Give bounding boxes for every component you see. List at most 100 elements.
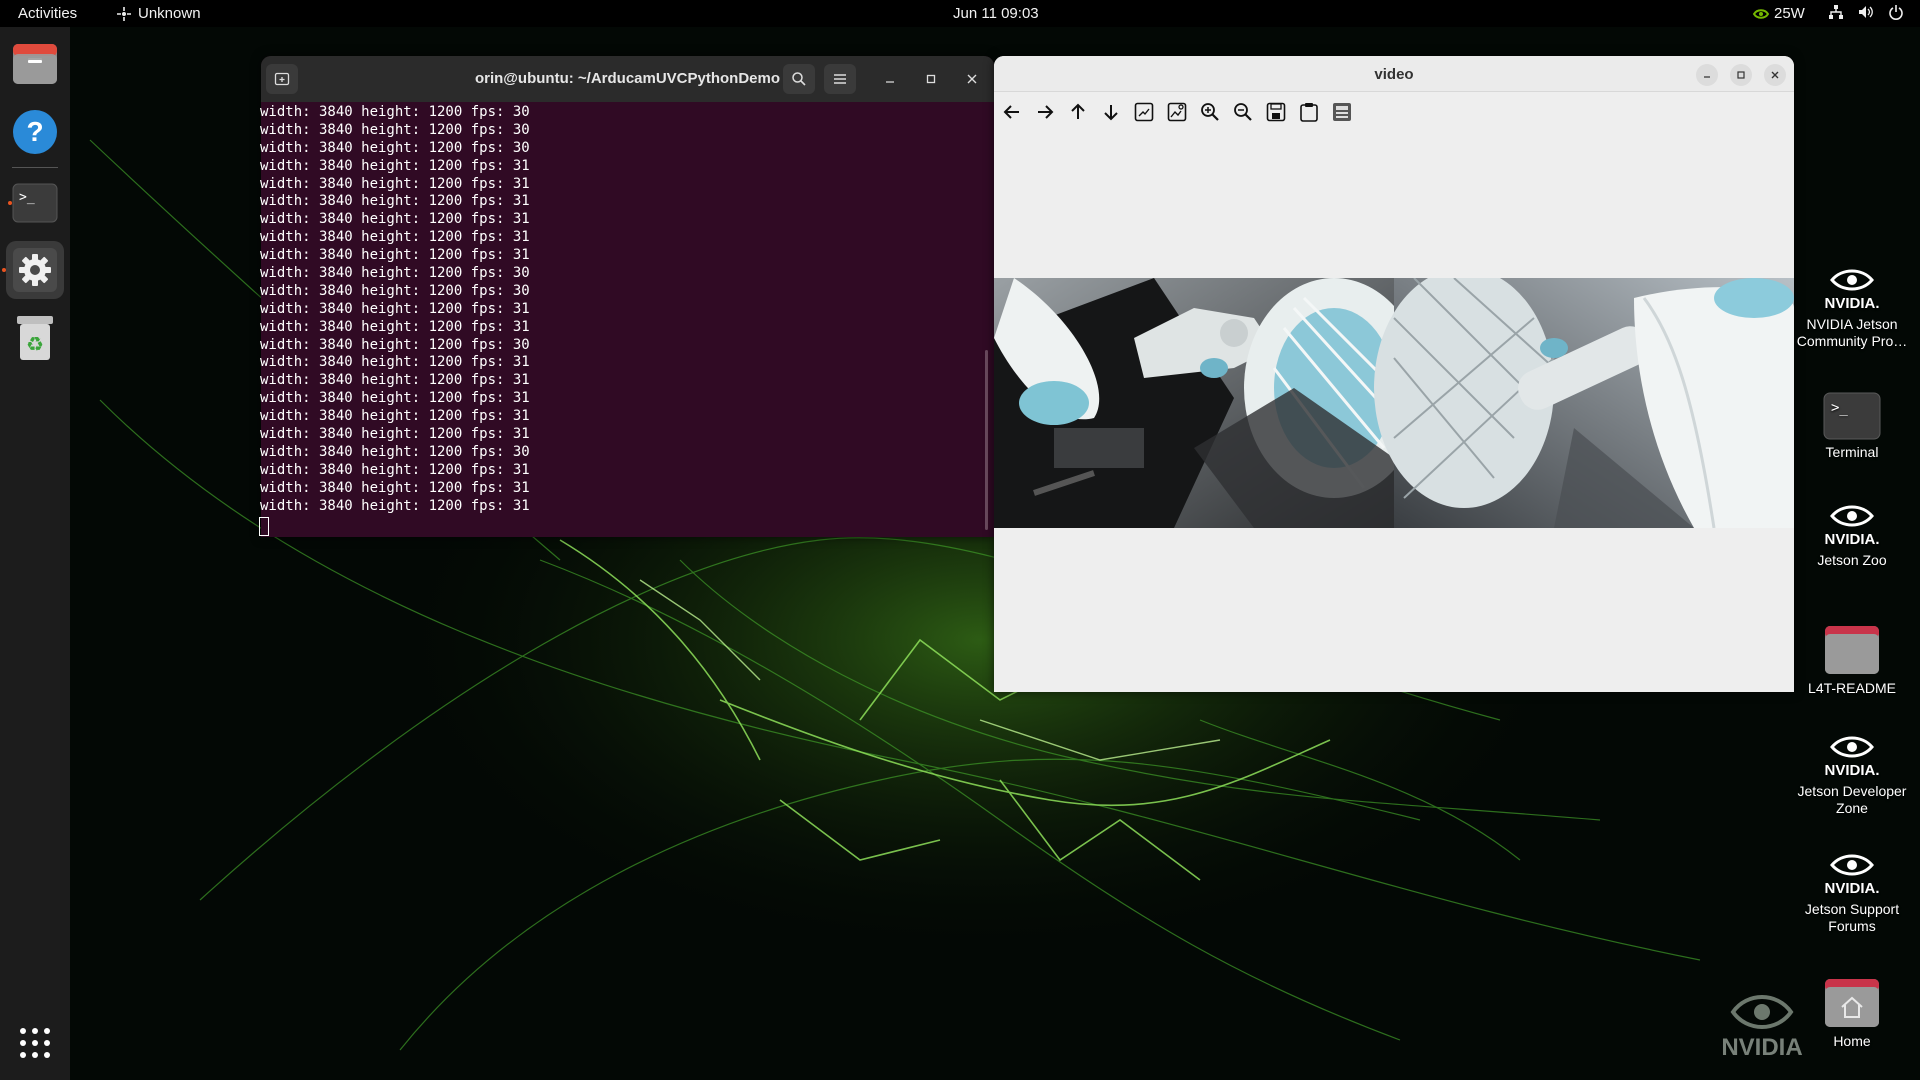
terminal-line: width: 3840 height: 1200 fps: 31 — [260, 372, 530, 389]
svg-text:♻: ♻ — [26, 332, 44, 356]
terminal-line: width: 3840 height: 1200 fps: 30 — [260, 336, 530, 353]
zoom-out-button[interactable] — [1231, 100, 1255, 124]
desktop-icon-label: Home — [1833, 1033, 1871, 1049]
show-apps-icon — [20, 1028, 50, 1058]
terminal-line: width: 3840 height: 1200 fps: 31 — [260, 211, 530, 228]
desktop-icon-nvidia-community[interactable]: NVIDIA. NVIDIA Jetson Community Pro… — [1792, 266, 1912, 350]
terminal-output[interactable]: width: 3840 height: 1200 fps: 30 width: 3… — [260, 104, 530, 515]
terminal-scrollbar[interactable] — [985, 350, 988, 530]
pan-down-icon — [1104, 105, 1118, 121]
close-icon — [1771, 71, 1779, 79]
svg-text:>_: >_ — [19, 190, 35, 205]
desktop-icon-label: Jetson Developer Zone — [1797, 783, 1907, 816]
terminal-icon: >_ — [1823, 392, 1881, 440]
dock-terminal[interactable]: >_ — [6, 174, 64, 232]
dock-separator — [12, 167, 58, 168]
terminal-line: width: 3840 height: 1200 fps: 30 — [260, 104, 530, 120]
desktop-icon-jetson-support-forums[interactable]: NVIDIA. Jetson Support Forums — [1792, 851, 1912, 935]
svg-text:NVIDIA.: NVIDIA. — [1824, 295, 1879, 312]
help-icon: ? — [13, 110, 57, 154]
video-title: video — [1374, 66, 1414, 83]
terminal-line: width: 3840 height: 1200 fps: 30 — [260, 282, 530, 299]
terminal-line: width: 3840 height: 1200 fps: 31 — [260, 229, 530, 246]
video-frame[interactable] — [994, 278, 1794, 528]
close-icon — [967, 74, 977, 84]
show-apps-button[interactable] — [6, 1014, 64, 1072]
desktop-icon-jetson-developer-zone[interactable]: NVIDIA. Jetson Developer Zone — [1792, 733, 1912, 817]
video-close-button[interactable] — [1764, 64, 1786, 86]
pan-up-icon — [1071, 103, 1085, 119]
video-minimize-button[interactable] — [1696, 64, 1718, 86]
zoom-out-icon — [1234, 103, 1252, 121]
nvidia-eye-icon — [1730, 995, 1794, 1029]
system-tray[interactable] — [1828, 4, 1904, 20]
zoom-original-icon — [1167, 102, 1187, 122]
zoom-fit-button[interactable] — [1132, 100, 1156, 124]
terminal-line: width: 3840 height: 1200 fps: 30 — [260, 265, 530, 282]
hamburger-menu-icon — [834, 74, 846, 84]
settings-icon — [13, 248, 57, 292]
desktop-icon-jetson-zoo[interactable]: NVIDIA. Jetson Zoo — [1792, 502, 1912, 569]
zoom-fit-icon — [1134, 102, 1154, 122]
power-mode-label: 25W — [1774, 5, 1805, 22]
pan-right-button[interactable] — [1033, 100, 1057, 124]
terminal-line: width: 3840 height: 1200 fps: 31 — [260, 390, 530, 407]
zoom-in-button[interactable] — [1198, 100, 1222, 124]
nvidia-logo-icon: NVIDIA. — [1824, 505, 1880, 548]
terminal-header-bar[interactable]: orin@ubuntu: ~/ArducamUVCPythonDemo — [261, 56, 994, 102]
watermark-label: NVIDIA — [1721, 1034, 1803, 1061]
video-window[interactable]: video — [994, 56, 1794, 692]
desktop-icon-l4t-readme[interactable]: L4T-README — [1792, 622, 1912, 697]
copy-icon — [1300, 103, 1318, 122]
power-mode-indicator[interactable]: 25W — [1752, 5, 1805, 22]
svg-text:NVIDIA.: NVIDIA. — [1824, 531, 1879, 548]
terminal-line: width: 3840 height: 1200 fps: 31 — [260, 157, 530, 174]
power-icon — [1889, 5, 1903, 20]
clock[interactable]: Jun 11 09:03 — [953, 5, 1039, 22]
trash-icon: ♻ — [17, 316, 53, 360]
svg-text:NVIDIA.: NVIDIA. — [1824, 762, 1879, 779]
nvidia-logo-icon: NVIDIA. — [1824, 269, 1880, 312]
terminal-line: width: 3840 height: 1200 fps: 30 — [260, 121, 530, 138]
desktop-icon-terminal[interactable]: >_ Terminal — [1792, 392, 1912, 461]
pan-up-button[interactable] — [1066, 100, 1090, 124]
maximize-button[interactable] — [921, 69, 941, 89]
terminal-line: width: 3840 height: 1200 fps: 31 — [260, 408, 530, 425]
dock-trash[interactable]: ♻ — [6, 309, 64, 367]
dock-settings[interactable] — [2, 241, 64, 299]
desktop-icon-label: Terminal — [1825, 444, 1879, 460]
terminal-line: width: 3840 height: 1200 fps: 30 — [260, 443, 530, 460]
volume-icon — [1859, 6, 1873, 18]
terminal-menu-button[interactable] — [824, 64, 856, 94]
video-toolbar — [1000, 100, 1354, 124]
properties-icon — [1333, 103, 1351, 121]
close-button[interactable] — [962, 69, 982, 89]
terminal-line: width: 3840 height: 1200 fps: 31 — [260, 461, 530, 478]
video-maximize-button[interactable] — [1730, 64, 1752, 86]
copy-button[interactable] — [1297, 100, 1321, 124]
terminal-line: width: 3840 height: 1200 fps: 31 — [260, 354, 530, 371]
terminal-line: width: 3840 height: 1200 fps: 31 — [260, 300, 530, 317]
dock-files[interactable] — [6, 35, 64, 93]
terminal-search-button[interactable] — [783, 64, 815, 94]
pan-left-button[interactable] — [1000, 100, 1024, 124]
running-indicator — [2, 268, 6, 272]
minimize-button[interactable] — [880, 69, 900, 89]
terminal-cursor — [259, 517, 269, 536]
terminal-line: width: 3840 height: 1200 fps: 31 — [260, 175, 530, 192]
zoom-in-icon — [1201, 103, 1219, 121]
maximize-icon — [926, 74, 936, 84]
properties-button[interactable] — [1330, 100, 1354, 124]
terminal-line: width: 3840 height: 1200 fps: 30 — [260, 139, 530, 156]
pan-right-icon — [1038, 105, 1054, 119]
video-header-bar[interactable]: video — [994, 56, 1794, 92]
dock: ? >_ ♻ — [0, 27, 70, 1080]
pan-down-button[interactable] — [1099, 100, 1123, 124]
svg-text:NVIDIA.: NVIDIA. — [1824, 880, 1879, 897]
zoom-original-button[interactable] — [1165, 100, 1189, 124]
activities-button[interactable]: Activities — [18, 5, 77, 22]
save-icon — [1266, 102, 1286, 122]
save-button[interactable] — [1264, 100, 1288, 124]
app-menu[interactable]: Unknown — [116, 5, 201, 22]
dock-help[interactable]: ? — [6, 103, 64, 161]
